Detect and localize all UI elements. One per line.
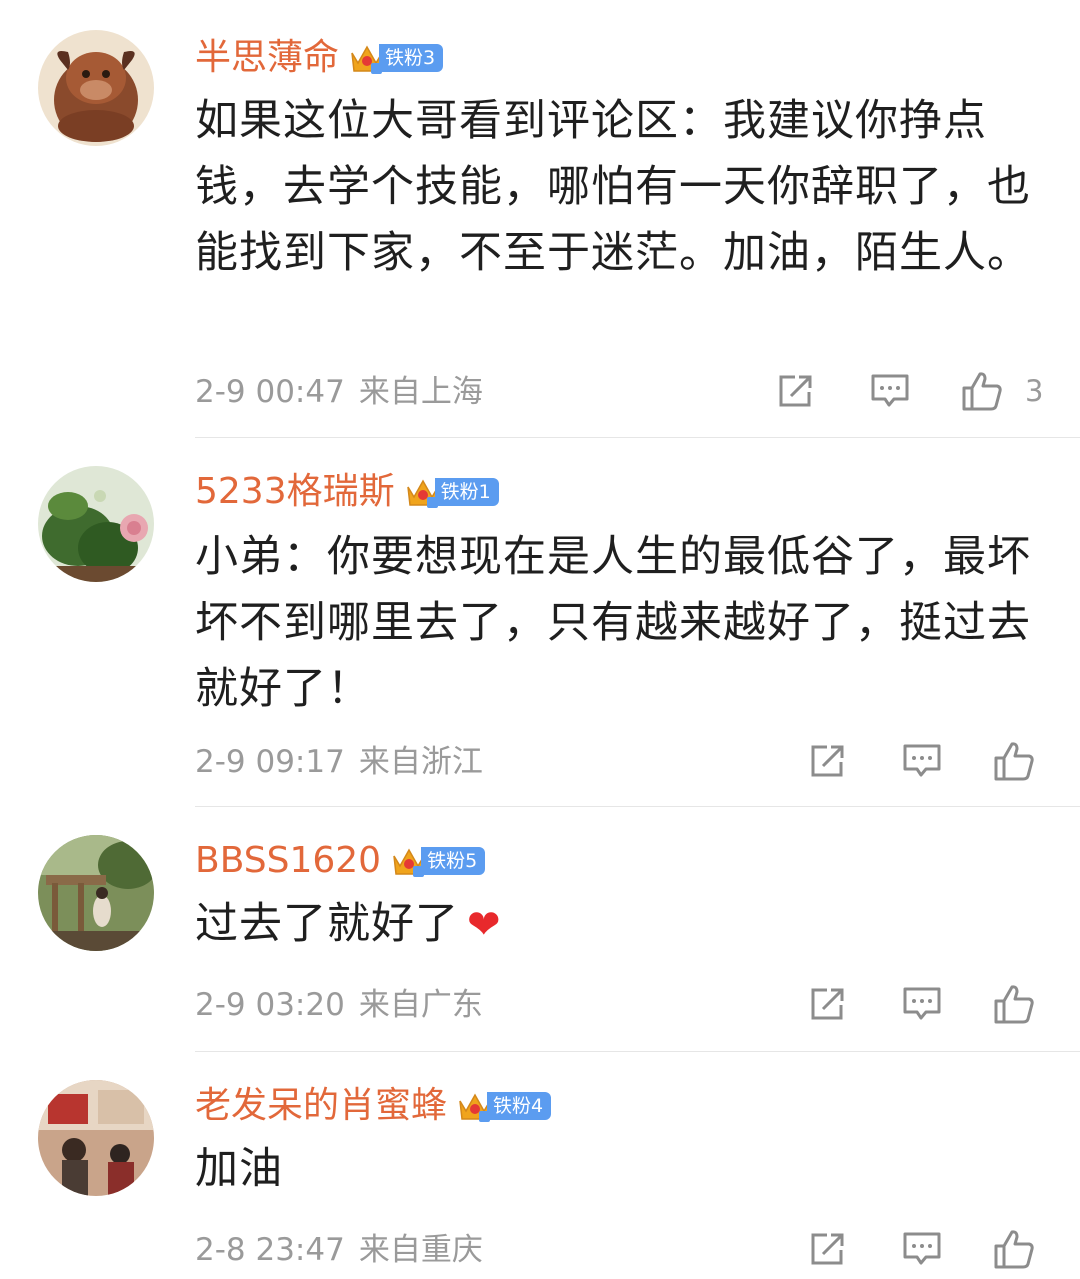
name-row: 半思薄命 铁粉3 — [195, 34, 444, 82]
repost-icon — [811, 988, 844, 1020]
comment-location: 来自广东 — [358, 987, 483, 1023]
repost-icon — [811, 1233, 844, 1265]
fan-badge[interactable]: 铁粉1 — [405, 475, 499, 509]
comment-item: BBSS1620 铁粉5 过去了就好了 ❤ 2-9 03:20 来自广东 — [0, 807, 1080, 1051]
comment-icon — [903, 744, 941, 777]
fan-badge[interactable]: 铁粉4 — [457, 1089, 552, 1123]
comment-actions — [807, 1228, 1035, 1270]
repost-icon — [811, 745, 844, 777]
comment-button[interactable] — [901, 1228, 943, 1270]
like-count: 3 — [1025, 374, 1044, 408]
like-icon — [994, 1230, 1034, 1269]
avatar[interactable] — [38, 835, 154, 951]
username[interactable]: 半思薄命 — [195, 34, 339, 82]
fan-badge-label: 铁粉1 — [434, 478, 499, 506]
username[interactable]: 5233格瑞斯 — [195, 468, 395, 516]
comment-text: 加油 — [195, 1144, 283, 1194]
comment-meta: 2-9 00:47 来自上海 — [195, 370, 483, 414]
fan-badge-label: 铁粉5 — [421, 847, 486, 875]
comment-time: 2-9 09:17 — [195, 744, 345, 780]
username[interactable]: 老发呆的肖蜜蜂 — [195, 1082, 447, 1130]
name-row: 5233格瑞斯 铁粉1 — [195, 468, 499, 516]
comment-text: 过去了就好了 — [195, 899, 459, 949]
like-button[interactable] — [993, 1228, 1035, 1270]
name-row: 老发呆的肖蜜蜂 铁粉4 — [195, 1082, 552, 1130]
comment-text-row: 过去了就好了 ❤ — [195, 891, 1035, 958]
like-button[interactable] — [961, 370, 1003, 412]
username[interactable]: BBSS1620 — [195, 837, 381, 885]
comment-item: 老发呆的肖蜜蜂 铁粉4 加油 2-8 23:47 来自重庆 — [0, 1052, 1080, 1279]
repost-button[interactable] — [807, 740, 849, 782]
repost-button[interactable] — [807, 983, 849, 1025]
like-button[interactable] — [993, 983, 1035, 1025]
comment-item: 半思薄命 铁粉3 如果这位大哥看到评论区：我建议你挣点钱，去学个技能，哪怕有一天… — [0, 0, 1080, 437]
comment-location: 来自重庆 — [358, 1232, 483, 1268]
like-button[interactable] — [993, 740, 1035, 782]
fan-badge-label: 铁粉3 — [379, 44, 444, 72]
comment-item: 5233格瑞斯 铁粉1 小弟：你要想现在是人生的最低谷了，最坏坏不到哪里去了，只… — [0, 438, 1080, 806]
like-icon — [994, 985, 1034, 1024]
comment-icon — [871, 374, 909, 407]
comment-icon — [903, 987, 941, 1020]
comment-actions — [807, 983, 1035, 1025]
avatar[interactable] — [38, 466, 154, 582]
avatar[interactable] — [38, 30, 154, 146]
comment-button[interactable] — [901, 740, 943, 782]
repost-button[interactable] — [807, 1228, 849, 1270]
repost-icon — [779, 375, 812, 407]
comment-time: 2-8 23:47 — [195, 1232, 345, 1268]
fan-badge[interactable]: 铁粉3 — [349, 41, 444, 75]
repost-button[interactable] — [775, 370, 817, 412]
comment-icon — [903, 1232, 941, 1265]
fan-badge[interactable]: 铁粉5 — [391, 844, 486, 878]
comment-time: 2-9 03:20 — [195, 987, 345, 1023]
comment-time: 2-9 00:47 — [195, 374, 345, 410]
comment-text: 小弟：你要想现在是人生的最低谷了，最坏坏不到哪里去了，只有越来越好了，挺过去就好… — [195, 532, 1031, 714]
comment-location: 来自浙江 — [358, 744, 483, 780]
name-row: BBSS1620 铁粉5 — [195, 837, 486, 885]
avatar[interactable] — [38, 1080, 154, 1196]
comment-actions — [807, 740, 1035, 782]
comment-button[interactable] — [869, 370, 911, 412]
comment-meta: 2-9 09:17 来自浙江 — [195, 740, 483, 784]
fan-badge-label: 铁粉4 — [487, 1092, 552, 1120]
comment-meta: 2-9 03:20 来自广东 — [195, 983, 483, 1027]
comment-actions: 3 — [775, 370, 1043, 412]
comment-text: 如果这位大哥看到评论区：我建议你挣点钱，去学个技能，哪怕有一天你辞职了，也能找到… — [195, 96, 1031, 278]
like-icon — [994, 742, 1034, 781]
comment-location: 来自上海 — [358, 374, 483, 410]
comment-button[interactable] — [901, 983, 943, 1025]
heart-emoji: ❤ — [467, 902, 502, 948]
comment-meta: 2-8 23:47 来自重庆 — [195, 1228, 483, 1272]
like-icon — [962, 372, 1002, 411]
